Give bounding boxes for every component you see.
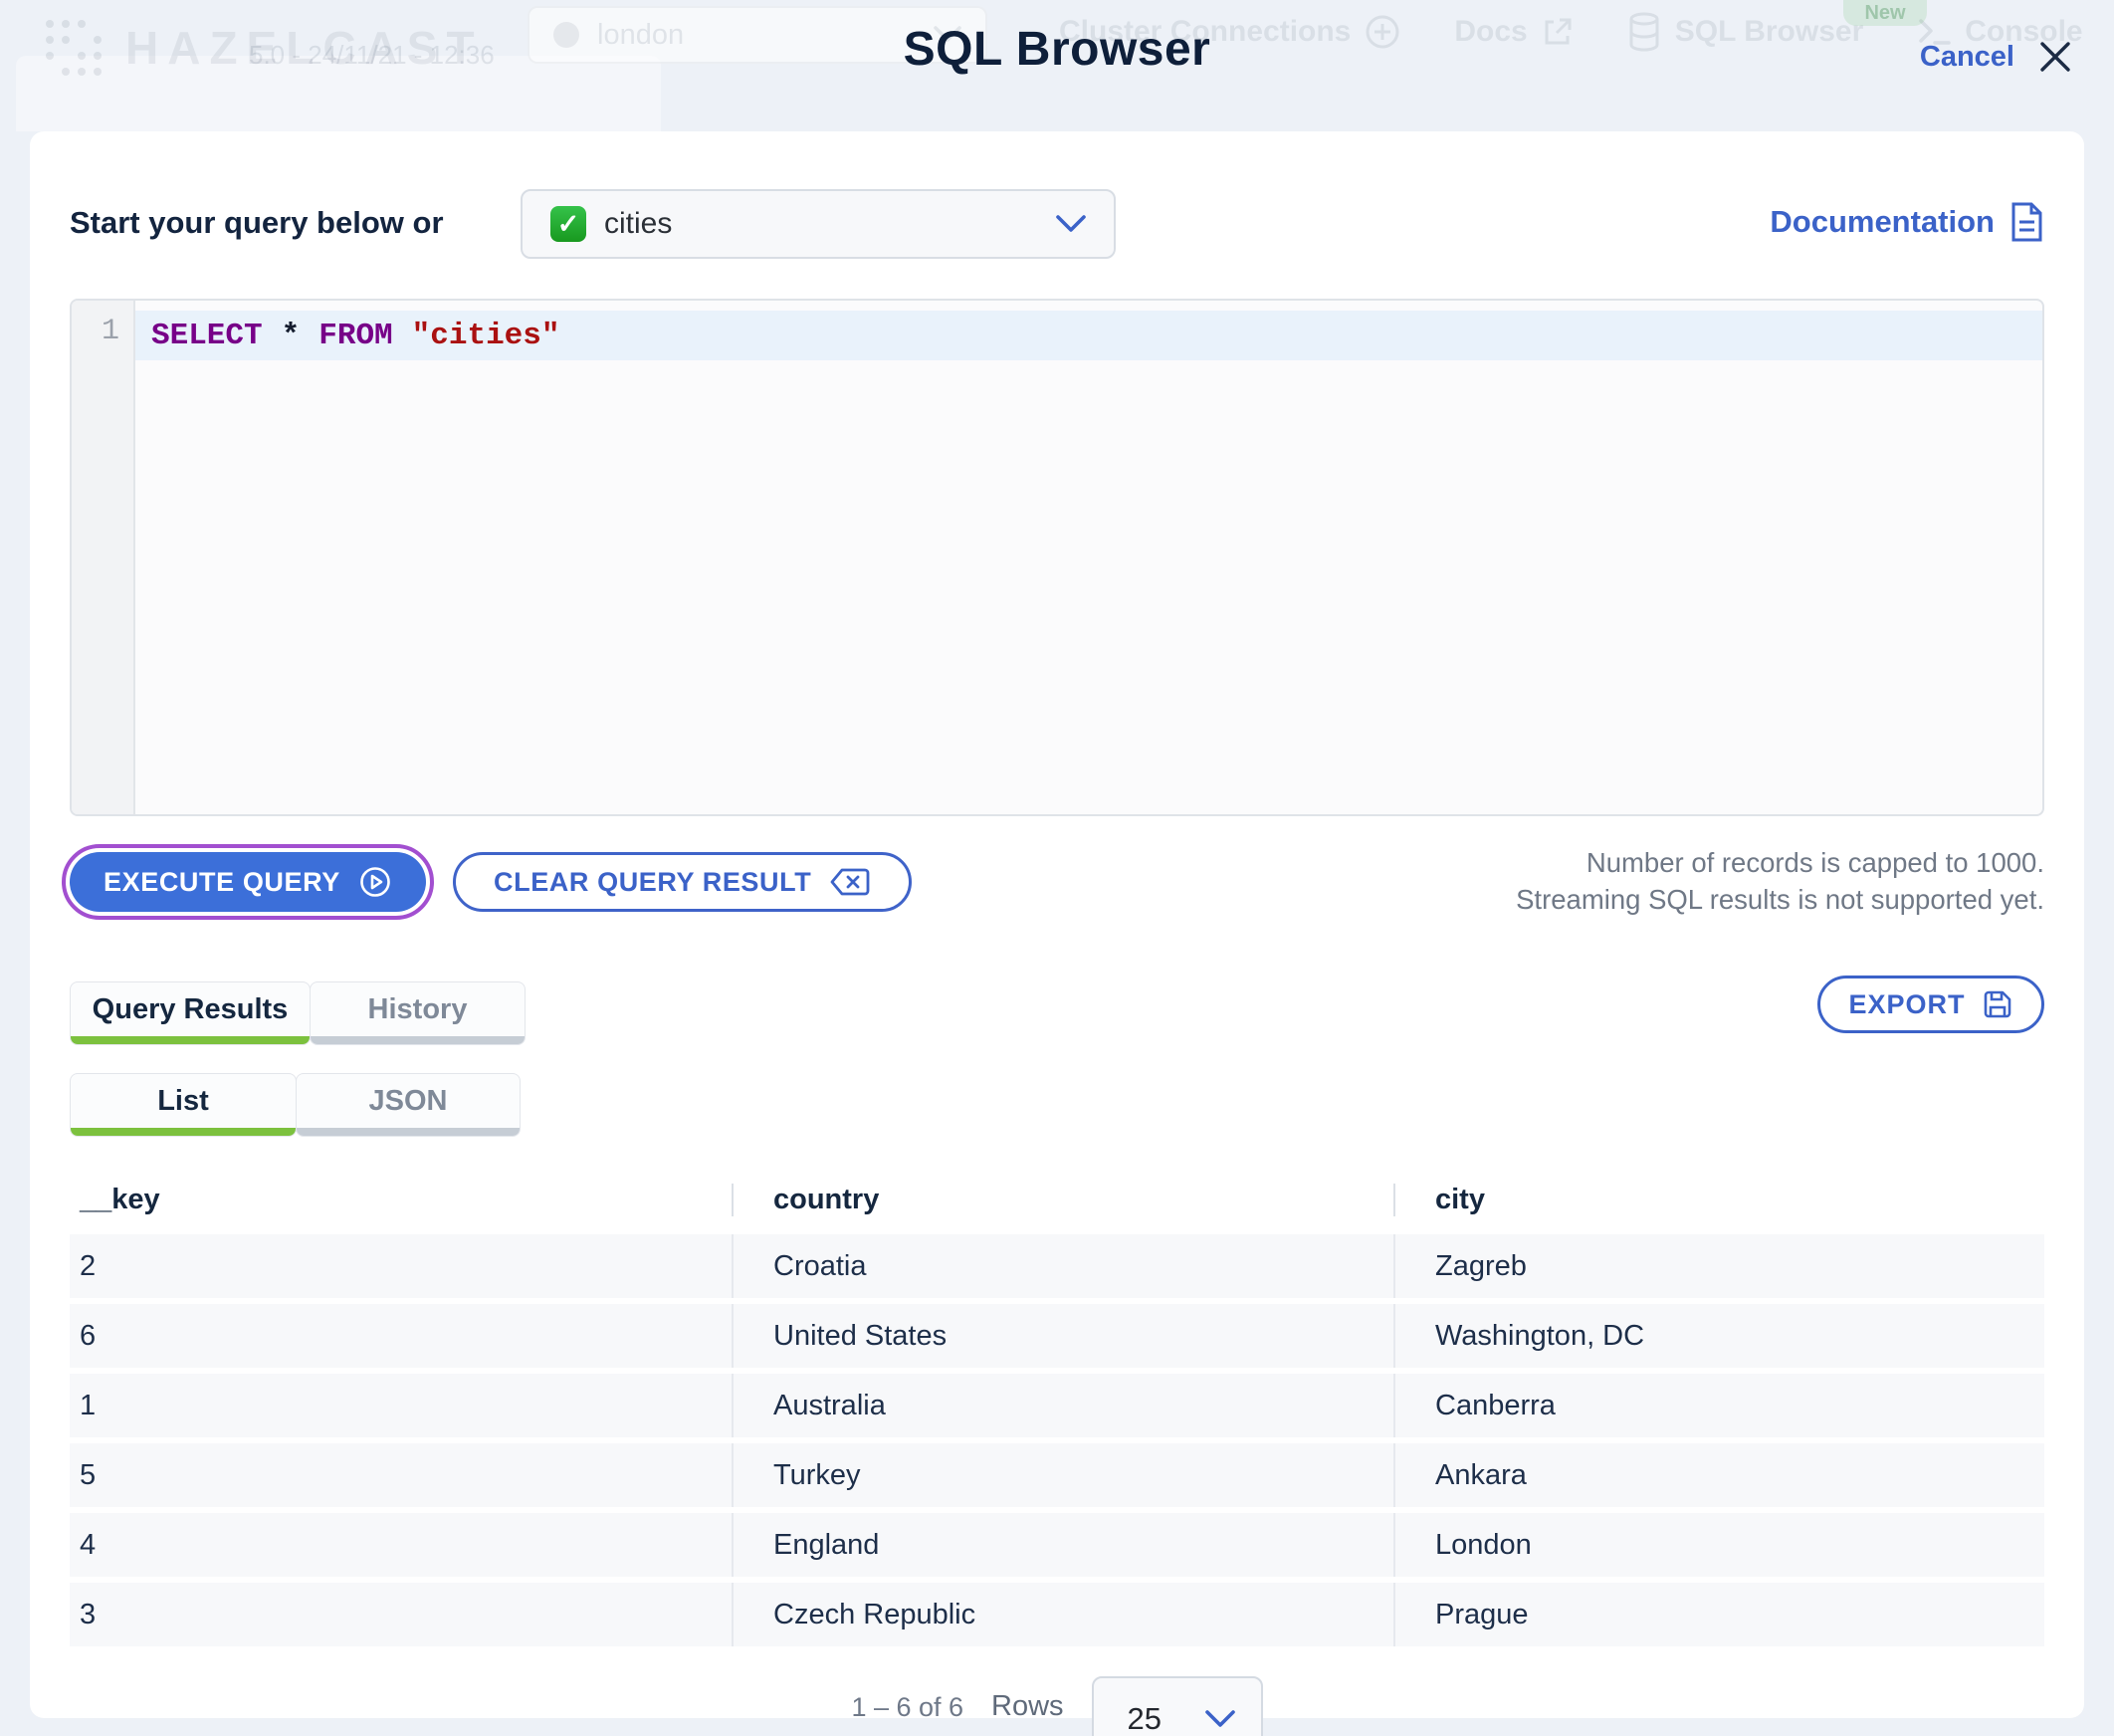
- table-row[interactable]: 1 Australia Canberra: [70, 1374, 2044, 1437]
- close-icon[interactable]: [2034, 36, 2076, 78]
- rows-per-page-select[interactable]: 25: [1091, 1676, 1263, 1736]
- table-row[interactable]: 4 England London: [70, 1513, 2044, 1577]
- tab-json[interactable]: JSON: [296, 1073, 521, 1137]
- page-background-strip: [1901, 1718, 2114, 1736]
- result-tabs: Query Results History: [70, 981, 526, 1045]
- inactive-tab-indicator: [311, 1036, 525, 1044]
- sql-browser-modal-screen: HAZELCAST 5.0 - 24/11/21 - 12:36 london …: [0, 0, 2114, 1736]
- line-number: 1: [101, 315, 119, 348]
- records-note-line1: Number of records is capped to 1000.: [1586, 847, 2044, 878]
- active-tab-indicator: [71, 1128, 296, 1136]
- pagination-range: 1 – 6 of 6: [851, 1692, 964, 1722]
- execute-query-button[interactable]: EXECUTE QUERY: [70, 852, 426, 912]
- sql-query-line: SELECT * FROM "cities": [135, 311, 2042, 360]
- rows-per-page-label: Rows: [991, 1690, 1064, 1722]
- table-row[interactable]: 2 Croatia Zagreb: [70, 1234, 2044, 1298]
- sql-keyword-from: FROM: [318, 318, 393, 353]
- execute-query-focus-ring: EXECUTE QUERY: [62, 844, 434, 920]
- table-row[interactable]: 3 Czech Republic Prague: [70, 1583, 2044, 1646]
- view-tabs: List JSON: [70, 1073, 521, 1137]
- table-header-row: __key country city: [70, 1165, 2044, 1234]
- chevron-down-icon: [1056, 214, 1086, 232]
- cancel-button[interactable]: Cancel: [1920, 41, 2014, 74]
- table-row[interactable]: 5 Turkey Ankara: [70, 1443, 2044, 1507]
- editor-gutter: 1: [72, 301, 135, 814]
- cancel-group: Cancel: [1920, 36, 2076, 78]
- sql-table-string: "cities": [411, 318, 560, 353]
- sql-keyword-select: SELECT: [151, 318, 263, 353]
- map-select-value: cities: [604, 207, 673, 240]
- table-row[interactable]: 6 United States Washington, DC: [70, 1304, 2044, 1368]
- page-title: SQL Browser: [903, 23, 1211, 76]
- inactive-tab-indicator: [297, 1128, 520, 1136]
- column-header-key: __key: [80, 1183, 160, 1215]
- tab-history[interactable]: History: [310, 981, 526, 1045]
- records-note-line2: Streaming SQL results is not supported y…: [1516, 884, 2044, 915]
- play-circle-icon: [360, 867, 390, 897]
- rows-per-page-value: 25: [1127, 1701, 1163, 1736]
- active-tab-indicator: [71, 1036, 310, 1044]
- tab-query-results[interactable]: Query Results: [70, 981, 311, 1045]
- sql-browser-card: Start your query below or ✓ cities Docum…: [30, 131, 2084, 1736]
- map-select-dropdown[interactable]: ✓ cities: [521, 189, 1116, 259]
- tab-list[interactable]: List: [70, 1073, 297, 1137]
- document-icon: [2011, 202, 2042, 242]
- chevron-down-icon: [1204, 1709, 1235, 1727]
- column-header-country: country: [732, 1183, 1393, 1216]
- clear-backspace-icon: [830, 868, 870, 896]
- map-checkbox-icon: ✓: [550, 206, 586, 242]
- results-table: __key country city 2 Croatia Zagreb 6 Un…: [70, 1165, 2044, 1652]
- export-button[interactable]: EXPORT: [1817, 976, 2044, 1033]
- editor-code-area[interactable]: SELECT * FROM "cities": [135, 301, 2042, 814]
- sql-editor[interactable]: 1 SELECT * FROM "cities": [70, 299, 2044, 816]
- documentation-label: Documentation: [1770, 204, 1995, 239]
- query-prompt-label: Start your query below or: [70, 205, 444, 240]
- records-note: Number of records is capped to 1000. Str…: [1516, 844, 2044, 918]
- documentation-link[interactable]: Documentation: [1770, 201, 2044, 243]
- clear-query-result-button[interactable]: CLEAR QUERY RESULT: [453, 852, 913, 912]
- column-header-city: city: [1393, 1183, 2044, 1216]
- save-floppy-icon: [1984, 990, 2010, 1018]
- page-background-strip: [0, 1718, 637, 1736]
- sql-star-operator: *: [281, 318, 301, 353]
